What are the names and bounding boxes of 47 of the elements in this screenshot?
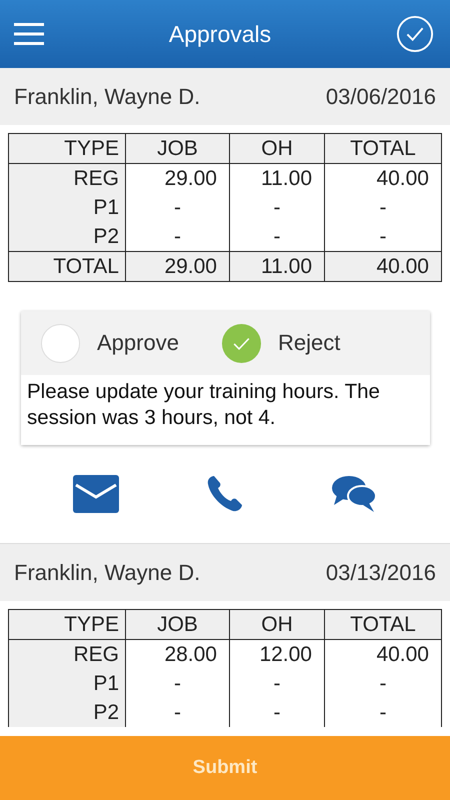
column-header: OH	[230, 610, 324, 640]
table-cell: REG	[8, 164, 126, 193]
table-cell: 11.00	[230, 164, 324, 193]
radio-label: Reject	[278, 330, 340, 356]
table-cell: -	[230, 193, 324, 222]
column-header: OH	[230, 134, 324, 164]
table-cell: -	[324, 698, 442, 727]
column-header: TYPE	[8, 134, 126, 164]
table-cell: P1	[8, 669, 126, 698]
menu-icon[interactable]	[14, 23, 44, 45]
mail-icon[interactable]	[73, 475, 120, 513]
radio-button[interactable]	[40, 322, 81, 364]
table-cell: -	[230, 698, 324, 727]
table-cell: P2	[8, 698, 126, 727]
table-cell: 29.00	[126, 164, 230, 193]
column-header: JOB	[126, 134, 230, 164]
table-cell: 40.00	[324, 640, 442, 669]
table-cell: P1	[8, 193, 126, 222]
total-cell: 29.00	[126, 252, 230, 282]
total-cell: 11.00	[230, 252, 324, 282]
screen-title: Approvals	[168, 20, 272, 48]
table-cell: 28.00	[126, 640, 230, 669]
table-cell: -	[126, 193, 230, 222]
table-cell: P2	[8, 222, 126, 252]
employee-name: Franklin, Wayne D.	[14, 560, 200, 586]
radio-button[interactable]	[220, 322, 262, 364]
table-cell: -	[324, 669, 442, 698]
table-cell: 40.00	[324, 164, 442, 193]
table-cell: -	[230, 669, 324, 698]
week-date: 03/06/2016	[326, 84, 436, 110]
comment-field[interactable]: Please update your training hours. The session was 3 hours, not 4.	[21, 375, 430, 445]
column-header: TYPE	[8, 610, 126, 640]
check-circle-icon[interactable]	[396, 15, 434, 53]
employee-name: Franklin, Wayne D.	[14, 84, 200, 110]
radio-label: Approve	[97, 330, 179, 356]
table-cell: -	[324, 193, 442, 222]
week-date: 03/13/2016	[326, 560, 436, 586]
chat-icon[interactable]	[330, 475, 377, 513]
total-cell: 40.00	[324, 252, 442, 282]
column-header: JOB	[126, 610, 230, 640]
column-header: TOTAL	[324, 610, 442, 640]
table-cell: REG	[8, 640, 126, 669]
total-cell: TOTAL	[8, 252, 126, 282]
table-cell: -	[126, 669, 230, 698]
column-header: TOTAL	[324, 134, 442, 164]
table-cell: -	[126, 698, 230, 727]
table-cell: 12.00	[230, 640, 324, 669]
